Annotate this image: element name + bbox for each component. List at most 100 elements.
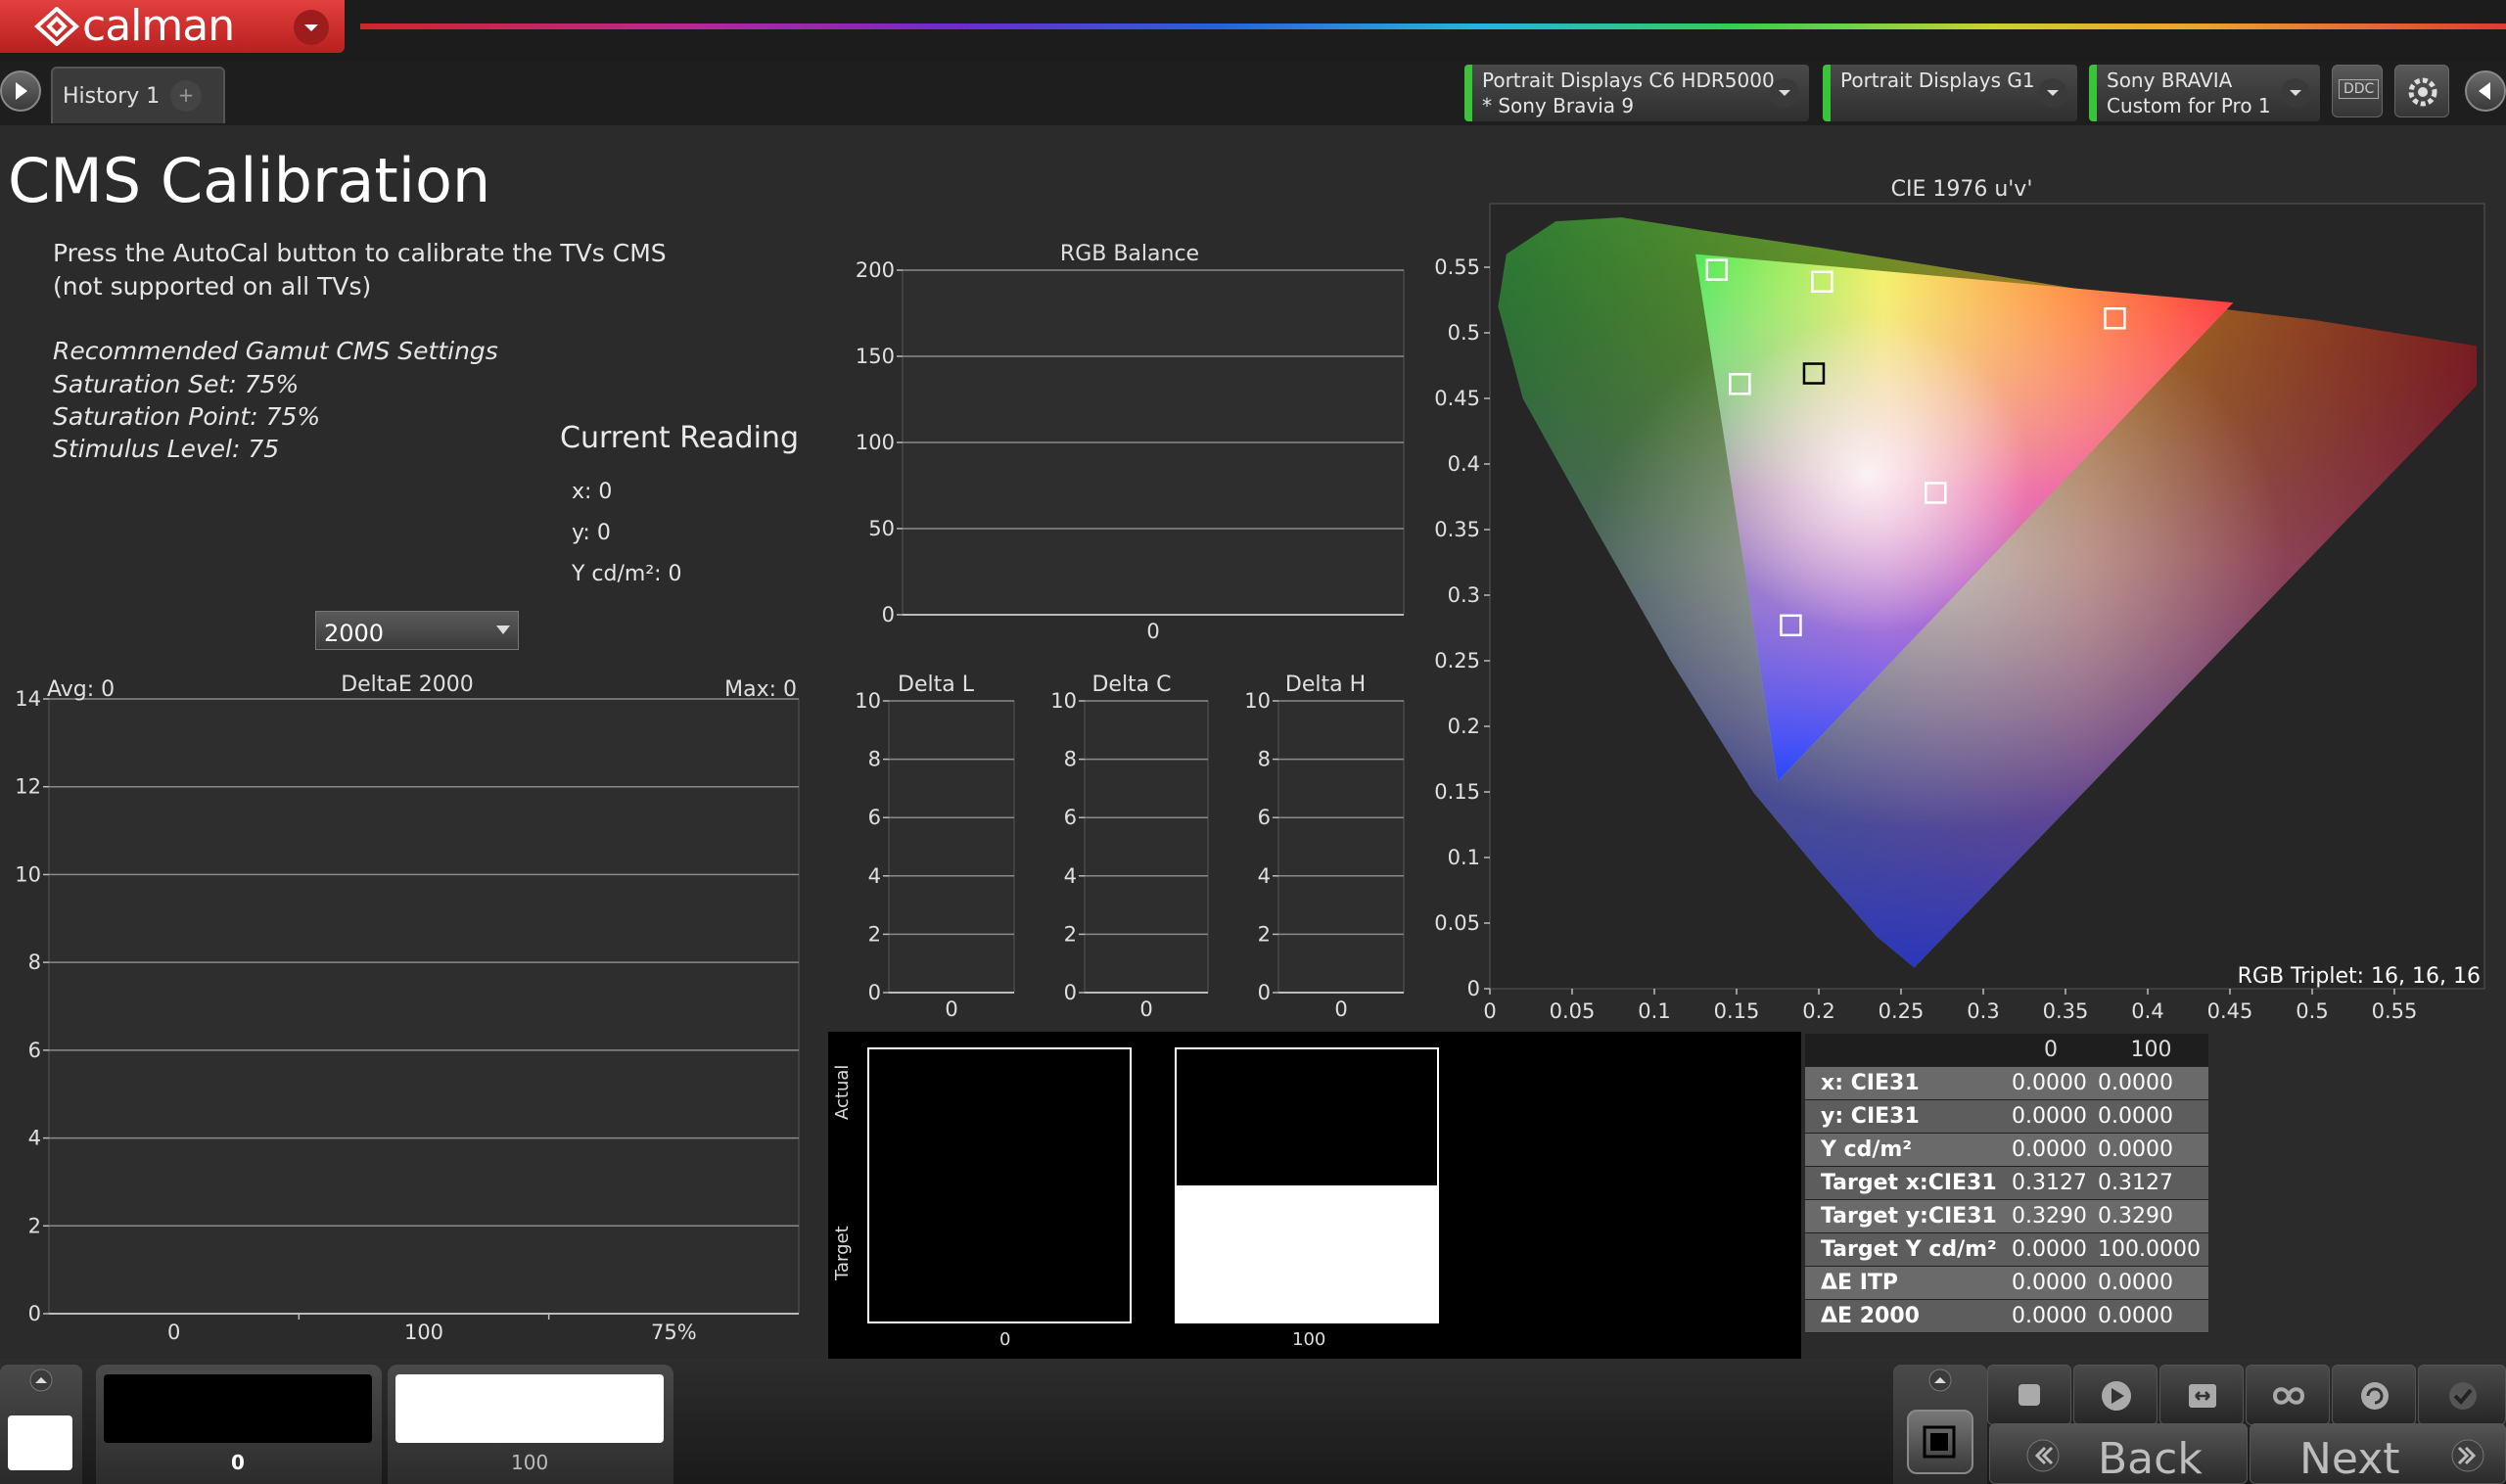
row-value-0: 0.0000 (2007, 1133, 2094, 1167)
row-value-100: 0.0000 (2093, 1133, 2208, 1167)
delta-h-chart: 0 2 4 6 8 10 0 (1244, 689, 1405, 1021)
rgb-balance-title: RGB Balance (1060, 242, 1199, 266)
confirm-button[interactable] (2418, 1365, 2506, 1425)
delta-c-title: Delta C (1091, 672, 1171, 697)
thumb-100[interactable]: 100 (388, 1365, 673, 1484)
x-tick-label: 100 (404, 1321, 443, 1344)
y-tick-label: 0.55 (1434, 255, 1480, 279)
y-tick-label: 0.1 (1448, 846, 1480, 869)
actual-label: Actual (832, 1064, 853, 1120)
row-value-0: 0.3290 (2007, 1199, 2094, 1233)
row-value-100: 100.0000 (2093, 1232, 2208, 1267)
back-label: Back (2098, 1434, 2203, 1484)
refresh-icon (2361, 1382, 2389, 1410)
x-tick-label: 0.45 (2207, 999, 2253, 1023)
y-tick-label: 10 (15, 862, 41, 886)
measurement-table: 0 100 x: CIE31 0.0000 0.0000 y: CIE31 0.0000… (1805, 1034, 2208, 1333)
rgb-triplet-label: RGB Triplet: 16, 16, 16 (2238, 964, 2481, 989)
row-value-100: 0.0000 (2093, 1266, 2208, 1300)
y-tick-label: 8 (1064, 748, 1077, 771)
table-row: Y cd/m² 0.0000 0.0000 (1805, 1133, 2208, 1167)
y-tick-label: 0 (28, 1302, 41, 1325)
y-tick-label: 0.5 (1448, 321, 1480, 345)
thumb-100-label: 100 (511, 1451, 549, 1474)
swatch-100-label: 100 (1292, 1329, 1326, 1350)
y-tick-label: 200 (856, 258, 895, 282)
row-label: Target y:CIE31 (1805, 1199, 2008, 1233)
stop-button[interactable] (1987, 1365, 2071, 1425)
row-label: ΔE ITP (1805, 1266, 2008, 1300)
x-tick-label: 75% (651, 1321, 697, 1344)
double-chevron-left-icon (2026, 1439, 2060, 1472)
fit-icon (2189, 1384, 2216, 1408)
chevron-up-icon[interactable] (1926, 1368, 1954, 1392)
y-tick-label: 0.15 (1434, 780, 1480, 804)
table-row: ΔE ITP 0.0000 0.0000 (1805, 1266, 2208, 1300)
deltae-max-label: Max: 0 (724, 677, 797, 702)
continuous-button[interactable] (2246, 1365, 2330, 1425)
thumb-100-swatch (395, 1374, 664, 1443)
delta-h-title: Delta H (1285, 672, 1366, 697)
fit-button[interactable] (2159, 1365, 2244, 1425)
y-tick-label: 0 (868, 981, 881, 1004)
row-value-100: 0.0000 (2093, 1299, 2208, 1333)
refresh-button[interactable] (2332, 1365, 2416, 1425)
row-label: ΔE 2000 (1805, 1299, 2008, 1333)
x-tick-label: 0.35 (2043, 999, 2089, 1023)
x-tick-label: 0.2 (1802, 999, 1834, 1023)
next-button[interactable]: Next (2250, 1423, 2506, 1484)
row-value-0: 0.3127 (2007, 1166, 2094, 1200)
x-tick-label: 0.4 (2131, 999, 2163, 1023)
table-row: Target x:CIE31 0.3127 0.3127 (1805, 1166, 2208, 1200)
x-tick-label: 0.05 (1550, 999, 1596, 1023)
row-value-0: 0.0000 (2007, 1266, 2094, 1300)
y-tick-label: 0 (1258, 981, 1271, 1004)
swatch-100-actual (1177, 1049, 1437, 1185)
x-tick-label: 0.25 (1879, 999, 1925, 1023)
y-tick-label: 0.35 (1434, 518, 1480, 541)
delta-c-chart: 0 2 4 6 8 10 0 (1050, 689, 1209, 1021)
row-value-100: 0.3290 (2093, 1199, 2208, 1233)
row-value-100: 0.0000 (2093, 1099, 2208, 1134)
y-tick-label: 6 (868, 806, 881, 829)
row-label: x: CIE31 (1805, 1066, 2008, 1100)
play-button[interactable] (2073, 1365, 2158, 1425)
thumb-0-swatch (104, 1374, 372, 1443)
next-label: Next (2299, 1434, 2400, 1484)
table-header-row: 0 100 (1805, 1034, 2208, 1067)
swatch-panel: Actual Target 0 100 (828, 1032, 1801, 1359)
source-selector[interactable] (0, 1365, 82, 1484)
y-tick-label: 8 (28, 951, 41, 974)
y-tick-label: 2 (1258, 922, 1271, 946)
row-value-0: 0.0000 (2007, 1232, 2094, 1267)
delta-l-title: Delta L (898, 672, 975, 697)
y-tick-label: 10 (855, 689, 881, 713)
deltae-chart: 0 2 4 6 8 10 12 14 0 100 75% (15, 687, 800, 1344)
y-tick-label: 4 (1064, 864, 1077, 888)
row-label: Target x:CIE31 (1805, 1166, 2008, 1200)
y-tick-label: 2 (1064, 922, 1077, 946)
row-value-100: 0.0000 (2093, 1066, 2208, 1100)
stop-read-button[interactable] (1907, 1410, 1973, 1474)
deltae-chart-title: DeltaE 2000 (341, 672, 474, 697)
y-tick-label: 4 (1258, 864, 1271, 888)
back-button[interactable]: Back (1989, 1423, 2248, 1484)
table-row: x: CIE31 0.0000 0.0000 (1805, 1066, 2208, 1100)
x-tick-label: 0.5 (2296, 999, 2328, 1023)
table-row: Target Y cd/m² 0.0000 100.0000 (1805, 1232, 2208, 1267)
y-tick-label: 12 (15, 775, 41, 799)
delta-c-plot-area (1084, 700, 1209, 994)
x-tick-label: 0 (1146, 620, 1159, 643)
row-label: y: CIE31 (1805, 1099, 2008, 1134)
thumb-0[interactable]: 0 (96, 1365, 382, 1484)
chevron-up-icon[interactable] (27, 1368, 55, 1392)
row-label: Target Y cd/m² (1805, 1232, 2008, 1267)
y-tick-label: 6 (28, 1039, 41, 1062)
deltae-plot-area (48, 698, 800, 1315)
play-icon (2102, 1381, 2131, 1411)
y-tick-label: 0 (1064, 981, 1077, 1004)
table-row: ΔE 2000 0.0000 0.0000 (1805, 1299, 2208, 1333)
thumb-0-label: 0 (231, 1451, 245, 1474)
y-tick-label: 2 (868, 922, 881, 946)
cie-chart: 0 0.05 0.1 0.15 0.2 0.25 0.3 0.35 0.4 0.45 0.5 0.55… (1434, 203, 2485, 1023)
